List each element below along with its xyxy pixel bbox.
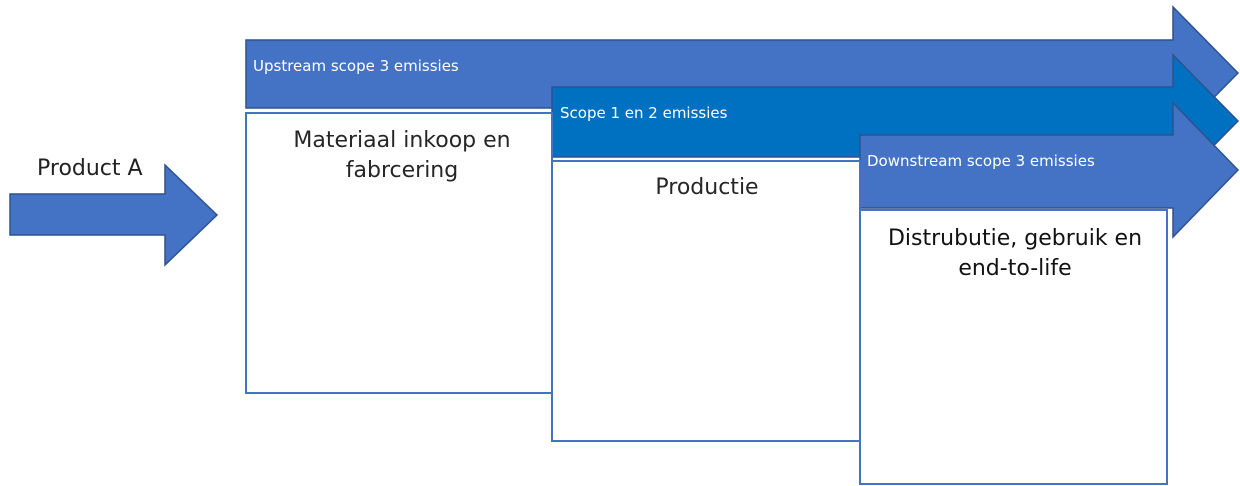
production-stage-box	[551, 160, 861, 442]
downstream-scope3-label: Downstream scope 3 emissies	[867, 152, 1095, 170]
scope12-label: Scope 1 en 2 emissies	[560, 104, 728, 122]
upstream-scope3-label: Upstream scope 3 emissies	[253, 57, 459, 75]
production-stage-label: Productie	[655, 175, 759, 200]
product-a-label: Product A	[37, 156, 143, 181]
scope-emissions-diagram: Product A Upstream scope 3 emissies Scop…	[0, 0, 1240, 486]
materials-stage-label: Materiaal inkoop en fabrcering	[293, 128, 511, 183]
distribution-stage-label: Distrubutie, gebruik en end-to-life	[887, 226, 1143, 281]
